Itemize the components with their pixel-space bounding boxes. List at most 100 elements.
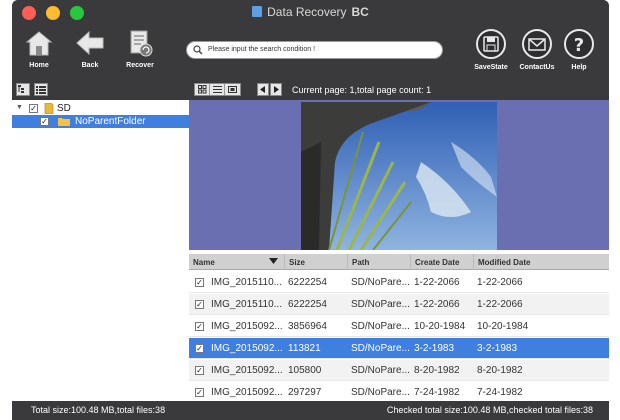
cell-modified-date: 8-20-1982 [477, 365, 523, 376]
search-placeholder: Please input the search condition ! [208, 46, 316, 53]
contactus-button[interactable]: ContactUs [515, 28, 559, 78]
view-mode-group [194, 83, 241, 96]
mail-icon [522, 29, 552, 59]
cell-modified-date: 7-24-1982 [477, 387, 523, 398]
column-header-path[interactable]: Path [348, 254, 411, 270]
back-arrow-icon [76, 30, 104, 56]
home-button[interactable]: Home [17, 28, 61, 78]
left-triangle-icon [260, 86, 265, 93]
cell-size: 6222254 [288, 277, 327, 288]
toolbar: Home Back Recover Please input the searc… [12, 26, 609, 80]
svg-text:?: ? [574, 35, 584, 56]
table-row[interactable]: ✓ IMG_2015092... 105800 SD/NoPare... 8-2… [189, 360, 609, 381]
cell-modified-date: 1-22-2066 [477, 299, 523, 310]
cell-modified-date: 1-22-2066 [477, 277, 523, 288]
row-checkbox[interactable]: ✓ [195, 300, 204, 309]
table-row[interactable]: ✓ IMG_2015092... 3856964 SD/NoPare... 10… [189, 316, 609, 337]
row-checkbox[interactable]: ✓ [195, 366, 204, 375]
cell-name: IMG_2015110... [211, 299, 282, 310]
list-view-toggle[interactable] [34, 83, 48, 96]
page-info: Current page: 1,total page count: 1 [292, 85, 432, 95]
column-header-modified-date[interactable]: Modified Date [474, 254, 609, 270]
recover-label: Recover [126, 62, 154, 69]
contactus-label: ContactUs [519, 64, 555, 71]
cell-size: 6222254 [288, 299, 327, 310]
cell-create-date: 1-22-2066 [414, 299, 460, 310]
search-icon [193, 45, 203, 55]
sd-card-icon [44, 103, 54, 114]
cell-path: SD/NoPare... [351, 321, 410, 332]
status-bar: Total size:100.48 MB,total files:38 Chec… [12, 401, 609, 420]
row-checkbox[interactable]: ✓ [195, 322, 204, 331]
preview-icon [228, 86, 237, 93]
preview-view-button[interactable] [225, 84, 240, 95]
row-checkbox[interactable]: ✓ [195, 344, 204, 353]
table-row[interactable]: ✓ IMG_2015110... 6222254 SD/NoPare... 1-… [189, 272, 609, 293]
sort-down-icon [269, 258, 278, 264]
table-row[interactable]: ✓ IMG_2015092... 297297 SD/NoPare... 7-2… [189, 382, 609, 403]
preview-image [301, 102, 497, 250]
cell-size: 3856964 [288, 321, 327, 332]
window-title: Data Recovery BC [12, 5, 609, 19]
help-button[interactable]: ? Help [557, 28, 601, 78]
savestate-button[interactable]: SaveState [469, 28, 513, 78]
cell-name: IMG_2015110... [211, 277, 282, 288]
cell-path: SD/NoPare... [351, 299, 410, 310]
tree-item-sd[interactable]: ▼ ✓ SD [12, 102, 189, 115]
grid-view-button[interactable] [195, 84, 210, 95]
window-title-suffix: BC [351, 5, 369, 19]
file-table: Name Size Path Create Date Modified Date… [189, 250, 609, 403]
row-checkbox[interactable]: ✓ [195, 278, 204, 287]
cell-name: IMG_2015092... [211, 365, 283, 376]
home-label: Home [29, 62, 49, 69]
cell-name: IMG_2015092... [211, 321, 283, 332]
cell-name: IMG_2015092... [211, 343, 283, 354]
tree-view-toggle[interactable] [16, 83, 30, 96]
header-path-label: Path [352, 258, 370, 267]
cell-path: SD/NoPare... [351, 387, 410, 398]
cell-path: SD/NoPare... [351, 365, 410, 376]
cell-create-date: 1-22-2066 [414, 277, 460, 288]
cell-size: 113821 [288, 343, 321, 354]
title-bar: Data Recovery BC [12, 0, 609, 26]
noparentfolder-checkbox[interactable]: ✓ [40, 117, 49, 126]
folder-icon [58, 118, 70, 126]
expand-triangle-icon[interactable]: ▼ [16, 104, 23, 111]
column-header-name[interactable]: Name [189, 254, 285, 270]
cell-name: IMG_2015092... [211, 387, 283, 398]
cell-create-date: 7-24-1982 [414, 387, 460, 398]
header-modified-label: Modified Date [478, 258, 531, 267]
next-page-button[interactable] [270, 83, 282, 96]
details-icon [212, 86, 222, 93]
row-checkbox[interactable]: ✓ [195, 388, 204, 397]
window-title-text: Data Recovery [267, 5, 347, 19]
cell-create-date: 10-20-1984 [414, 321, 466, 332]
app-window: Data Recovery BC Home Back Recover Pleas… [12, 0, 609, 420]
column-header-create-date[interactable]: Create Date [411, 254, 474, 270]
grid-icon [197, 85, 206, 94]
cell-modified-date: 3-2-1983 [477, 343, 518, 354]
tree-item-noparentfolder[interactable]: ✓ NoParentFolder [12, 115, 189, 128]
table-row-selected[interactable]: ✓ IMG_2015092... 113821 SD/NoPare... 3-2… [189, 338, 609, 359]
table-row[interactable]: ✓ IMG_2015110... 6222254 SD/NoPare... 1-… [189, 294, 609, 315]
sd-checkbox[interactable]: ✓ [29, 104, 38, 113]
column-header-size[interactable]: Size [285, 254, 348, 270]
cell-size: 297297 [288, 387, 322, 398]
back-button[interactable]: Back [68, 28, 112, 78]
details-view-button[interactable] [210, 84, 225, 95]
search-field[interactable]: Please input the search condition ! [186, 41, 443, 59]
help-question-icon: ? [564, 29, 594, 59]
cell-path: SD/NoPare... [351, 277, 410, 288]
cell-size: 105800 [288, 365, 322, 376]
prev-page-button[interactable] [257, 83, 269, 96]
help-label: Help [571, 64, 587, 71]
cell-modified-date: 10-20-1984 [477, 321, 529, 332]
tree-item-label: NoParentFolder [75, 116, 146, 127]
home-icon [25, 31, 53, 56]
app-icon [252, 6, 263, 17]
header-size-label: Size [289, 258, 306, 267]
recover-button[interactable]: Recover [118, 28, 162, 78]
save-disk-icon [476, 29, 506, 59]
cell-path: SD/NoPare... [351, 343, 410, 354]
savestate-label: SaveState [474, 64, 508, 71]
